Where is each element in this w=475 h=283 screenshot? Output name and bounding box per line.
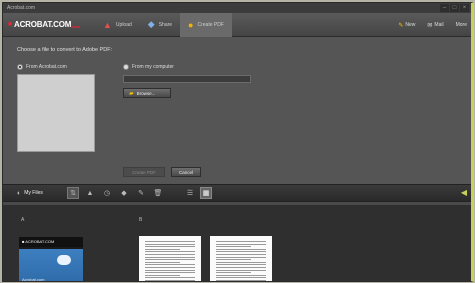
list-view-icon[interactable]: ☰ xyxy=(184,187,196,199)
new-label: New xyxy=(405,22,416,28)
sort-type-icon[interactable]: ▲ xyxy=(84,187,96,199)
browse-button[interactable]: ▰ Browse... xyxy=(123,88,171,98)
browse-label: Browse... xyxy=(136,90,156,96)
trash-icon[interactable]: 🗑 xyxy=(152,187,164,199)
file-thumbnail-acrobat[interactable]: ■ ACROBAT.COM Acrobat.com xyxy=(19,237,83,282)
thumb-body: Acrobat.com xyxy=(19,249,83,282)
share-icon: ◆ xyxy=(147,19,155,29)
grid-view-icon[interactable]: ▦ xyxy=(200,187,212,199)
app-window: Acrobat.com – □ × ■ ACROBAT.COM beta ▲ U… xyxy=(2,2,474,282)
mail-label: Mail xyxy=(434,22,444,28)
logo-text: ACROBAT.COM xyxy=(14,20,72,29)
tab-upload[interactable]: ▲ Upload xyxy=(95,13,140,37)
maximize-button[interactable]: □ xyxy=(450,4,459,12)
file-path-input[interactable] xyxy=(123,75,251,83)
main-toolbar: ■ ACROBAT.COM beta ▲ Upload ◆ Share ● Cr… xyxy=(3,12,471,37)
create-pdf-icon: ● xyxy=(188,19,194,30)
cancel-button[interactable]: Cancel xyxy=(171,167,201,177)
sort-az-icon[interactable]: ⇅ xyxy=(67,187,79,199)
close-button[interactable]: × xyxy=(460,4,469,12)
files-icon: ◐ xyxy=(17,189,22,197)
radio-from-computer[interactable] xyxy=(123,64,129,70)
logo-mark-icon: ■ xyxy=(8,21,13,28)
create-pdf-prompt: Choose a file to convert to Adobe PDF: xyxy=(17,47,113,53)
title-bar: Acrobat.com – □ × xyxy=(3,3,471,13)
new-button[interactable]: ✎ New xyxy=(398,22,415,29)
more-label: More xyxy=(455,22,467,28)
window-title: Acrobat.com xyxy=(7,5,36,11)
settings-icon[interactable]: ◀ xyxy=(461,188,467,197)
cloud-icon xyxy=(57,255,71,265)
folder-icon: ▰ xyxy=(129,90,134,97)
sort-shared-icon[interactable]: ◆ xyxy=(118,187,130,199)
minimize-button[interactable]: – xyxy=(440,4,449,12)
window-controls: – □ × xyxy=(440,4,469,12)
sort-owner-icon[interactable]: ✎ xyxy=(135,187,147,199)
acrobat-file-picker[interactable] xyxy=(17,74,95,152)
group-label-b: B xyxy=(139,217,143,223)
sort-time-icon[interactable]: ◷ xyxy=(101,187,113,199)
my-files-bar: ◐ My Files ⇅ ▲ ◷ ◆ ✎ 🗑 ☰ ▦ ◀ xyxy=(3,184,471,202)
group-label-a: A xyxy=(21,217,25,223)
thumb-caption: Acrobat.com xyxy=(22,277,45,282)
create-pdf-button[interactable]: Create PDF xyxy=(123,167,165,177)
tab-create-pdf[interactable]: ● Create PDF xyxy=(180,12,232,37)
tab-create-pdf-label: Create PDF xyxy=(197,21,224,28)
create-pdf-panel: Choose a file to convert to Adobe PDF: F… xyxy=(3,37,471,184)
my-files-title[interactable]: ◐ My Files xyxy=(17,190,67,197)
thumb-header: ■ ACROBAT.COM xyxy=(19,237,83,247)
pencil-icon: ✎ xyxy=(398,22,404,29)
files-grid: A B ■ ACROBAT.COM Acrobat.com xyxy=(3,205,471,281)
tab-upload-label: Upload xyxy=(115,21,132,28)
my-files-label: My Files xyxy=(24,190,43,196)
option-from-acrobat-label: From Acrobat.com xyxy=(26,64,67,70)
more-button[interactable]: More xyxy=(456,22,467,28)
option-from-acrobat[interactable]: From Acrobat.com xyxy=(17,64,67,70)
right-tools: ✎ New ✉ Mail More xyxy=(398,13,467,37)
logo-badge: beta xyxy=(72,24,80,29)
mail-icon: ✉ xyxy=(427,22,433,29)
tab-share[interactable]: ◆ Share xyxy=(140,13,180,37)
option-from-computer-label: From my computer xyxy=(132,64,174,70)
radio-from-acrobat[interactable] xyxy=(17,64,23,70)
mail-button[interactable]: ✉ Mail xyxy=(427,22,443,29)
file-thumbnail-document-2[interactable] xyxy=(210,236,272,281)
app-logo[interactable]: ■ ACROBAT.COM beta xyxy=(3,20,95,29)
file-thumbnail-document-1[interactable] xyxy=(139,236,201,281)
option-from-computer[interactable]: From my computer xyxy=(123,64,174,70)
tab-share-label: Share xyxy=(158,21,173,28)
upload-icon: ▲ xyxy=(103,19,112,30)
